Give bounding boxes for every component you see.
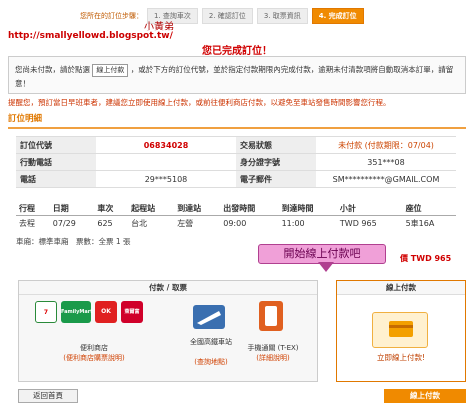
app-label: 手機通關 (T-EX)	[247, 344, 299, 352]
payment-notice: 您尚未付款，請於點選 線上付款 ，或於下方的訂位代號，並於指定付款期限內完成付款…	[8, 56, 466, 94]
hsr-location-link[interactable]: (查詢地點)	[181, 357, 241, 367]
online-header: 線上付款	[337, 281, 465, 295]
mobile-value	[96, 153, 236, 171]
trip-cell: 09:00	[223, 219, 247, 228]
trip-header-row: 行程 日期 車次 起程站 到達站 出發時間 到達時間 小計 座位	[16, 202, 456, 216]
progress-steps: 您所在的訂位步驟： 1. 查詢車次 2. 確認訂位 3. 取票資訊 4. 完成訂…	[80, 8, 468, 24]
watermark-url: http://smallyellowd.blogspot.tw/	[6, 30, 175, 42]
hilife-logo[interactable]: 萊爾富	[121, 301, 143, 323]
phone-value: 29***5108	[96, 170, 236, 188]
label-phone: 電話	[16, 170, 96, 188]
car-info: 車廂：標準車廂 票數：全票 1 張	[16, 237, 131, 246]
home-button[interactable]: 返回首頁	[18, 389, 78, 403]
store-label: 便利商店	[80, 344, 108, 352]
step-2: 2. 確認訂位	[201, 8, 253, 24]
booking-code: 06834028	[96, 136, 236, 154]
early-train-warning: 提醒您，預訂當日早班車者，建議您立即使用線上付款，或前往便利商店付款，以避免至車…	[8, 98, 391, 107]
store-help-link[interactable]: (便利商店購票說明)	[49, 353, 139, 363]
label-email: 電子郵件	[236, 170, 316, 188]
ok-mart-logo[interactable]: OK	[95, 301, 117, 323]
label-id: 身分證字號	[236, 153, 316, 171]
app-help-link[interactable]: (詳細說明)	[241, 353, 305, 363]
credit-card-icon[interactable]	[372, 312, 428, 348]
table-row: 行動電話 身分證字號 351***08	[16, 153, 456, 171]
booking-info-table: 訂位代號 06834028 交易狀態 未付款 (付款期限：07/04) 行動電話…	[16, 136, 456, 188]
col-train: 車次	[94, 202, 129, 216]
trip-cell: 台北	[131, 219, 148, 228]
pay-now-link[interactable]: 立即線上付款!	[336, 352, 466, 363]
label-mobile: 行動電話	[16, 153, 96, 171]
email-value: SM**********@GMAIL.COM	[316, 170, 456, 188]
hsr-label: 全國高鐵車站	[190, 338, 232, 346]
trip-table: 行程 日期 車次 起程站 到達站 出發時間 到達時間 小計 座位 去程 07/2…	[16, 202, 456, 231]
label-status: 交易狀態	[236, 136, 316, 154]
notice-text-1: 您尚未付款，請於點選	[15, 65, 90, 74]
pay-online-button[interactable]: 線上付款	[384, 389, 466, 403]
annotation-bubble: 開始線上付款吧	[258, 244, 386, 264]
familymart-logo[interactable]: FamilyMart	[61, 301, 93, 323]
col-depart: 出發時間	[220, 202, 279, 216]
hsr-train-icon	[193, 305, 225, 329]
completion-title: 您已完成訂位！	[202, 46, 272, 57]
table-row: 去程 07/29 625 台北 左營 09:00 11:00 TWD 965 5…	[16, 216, 456, 232]
table-row: 訂位代號 06834028 交易狀態 未付款 (付款期限：07/04)	[16, 136, 456, 154]
step-3: 3. 取票資訊	[256, 8, 308, 24]
trip-cell: 去程	[19, 219, 35, 228]
col-from: 起程站	[128, 202, 175, 216]
transaction-status: 未付款 (付款期限：07/04)	[316, 136, 456, 154]
progress-label: 您所在的訂位步驟：	[80, 12, 143, 20]
annotation-arrow	[318, 262, 334, 272]
trip-cell: 07/29	[52, 219, 76, 228]
col-arrive: 到達時間	[278, 202, 337, 216]
col-subtotal: 小計	[336, 202, 403, 216]
trip-cell: TWD 965	[339, 219, 377, 228]
seven-eleven-logo[interactable]: 7	[35, 301, 57, 323]
table-row: 電話 29***5108 電子郵件 SM**********@GMAIL.COM	[16, 170, 456, 188]
trip-cell: 11:00	[281, 219, 305, 228]
section-title: 訂位明細	[8, 112, 466, 129]
col-to: 到達站	[174, 202, 221, 216]
col-seat: 座位	[402, 202, 456, 216]
label-booking-code: 訂位代號	[16, 136, 96, 154]
id-number: 351***08	[316, 153, 456, 171]
trip-cell: 625	[97, 219, 113, 228]
trip-cell: 5車16A	[405, 219, 435, 228]
col-trip: 行程	[16, 202, 50, 216]
payment-pickup-box: 付款 / 取票 7 FamilyMart OK 萊爾富 便利商店 (便利商店購票…	[18, 280, 318, 382]
inline-pay-button[interactable]: 線上付款	[92, 64, 129, 77]
col-date: 日期	[49, 202, 95, 216]
trip-cell: 左營	[177, 219, 194, 228]
payment-header: 付款 / 取票	[19, 281, 317, 295]
mobile-app-icon	[259, 301, 283, 331]
total-price: 價 TWD 965	[400, 254, 452, 263]
step-4-active: 4. 完成訂位	[311, 8, 364, 24]
